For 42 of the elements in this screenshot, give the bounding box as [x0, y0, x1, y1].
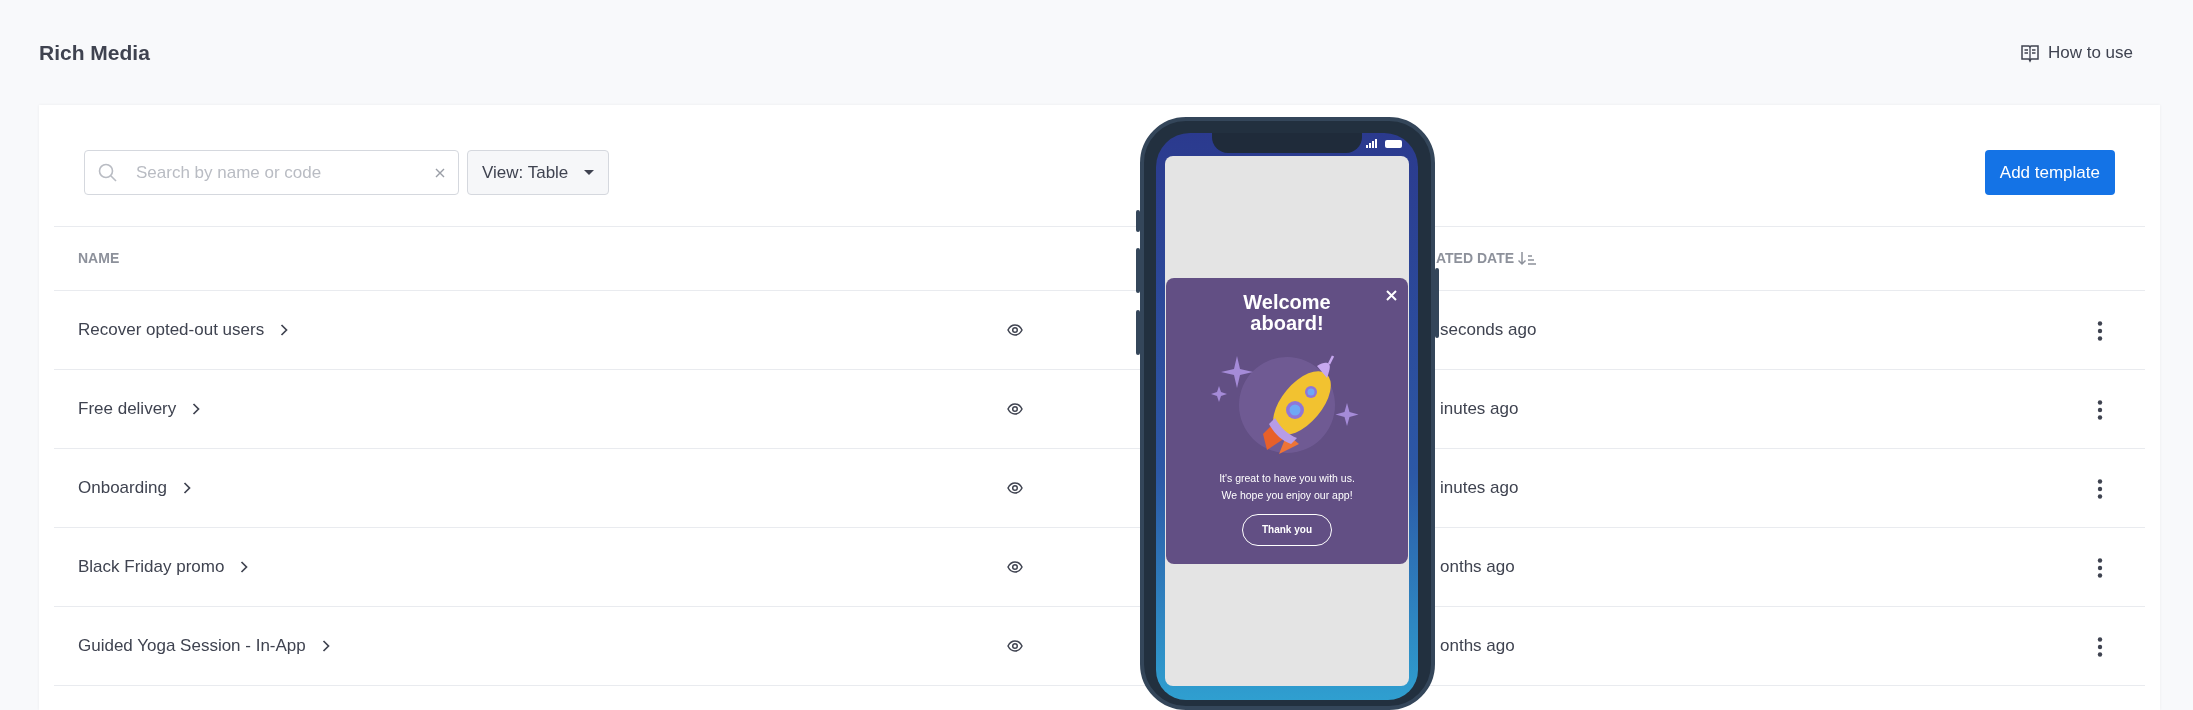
chevron-right-icon[interactable] — [280, 324, 289, 336]
eye-icon[interactable] — [1007, 482, 1023, 494]
template-name[interactable]: Onboarding — [78, 475, 167, 501]
kebab-menu-icon — [2097, 557, 2103, 578]
how-to-use-link[interactable]: How to use — [2019, 39, 2133, 66]
sort-descending-icon[interactable] — [1518, 251, 1537, 266]
eye-icon[interactable] — [1007, 324, 1023, 336]
chevron-right-icon[interactable] — [192, 403, 201, 415]
template-name[interactable]: Black Friday promo — [78, 554, 225, 580]
chevron-right-icon[interactable] — [240, 561, 249, 573]
signal-icon — [1366, 139, 1377, 148]
eye-icon[interactable] — [1007, 403, 1023, 415]
chevron-right-icon[interactable] — [321, 640, 330, 652]
column-header: ATED DATE — [1436, 249, 1515, 268]
kebab-menu-icon — [2097, 636, 2103, 657]
column-header: NAME — [78, 249, 120, 268]
chevron-right-icon[interactable] — [182, 482, 191, 494]
clear-icon[interactable] — [435, 168, 445, 178]
created-date: inutes ago — [1440, 477, 1519, 500]
book-icon — [2019, 42, 2040, 63]
template-name[interactable]: Recover opted-out users — [78, 317, 265, 343]
created-date: seconds ago — [1440, 319, 1537, 342]
close-icon[interactable] — [1386, 290, 1397, 302]
battery-icon — [1385, 139, 1402, 148]
popup-message: It's great to have you with us. We hope you enjoy our app! — [1219, 471, 1355, 503]
created-date: onths ago — [1440, 635, 1515, 658]
popup-title: Welcome aboard! — [1242, 292, 1332, 335]
search-field[interactable]: Search by name or code — [84, 150, 459, 195]
eye-icon[interactable] — [1007, 561, 1023, 573]
kebab-menu-icon — [2097, 478, 2103, 499]
template-name[interactable]: Free delivery — [78, 396, 177, 422]
caret-icon — [584, 170, 595, 175]
kebab-menu-icon — [2097, 320, 2103, 341]
page-title: Rich Media — [39, 39, 150, 66]
view-dropdown[interactable]: View: Table — [467, 150, 610, 195]
created-date: onths ago — [1440, 556, 1515, 579]
eye-icon[interactable] — [1007, 640, 1023, 652]
add-template-button[interactable]: Add template — [1984, 150, 2115, 195]
kebab-menu-icon — [2097, 399, 2103, 420]
created-date: inutes ago — [1440, 398, 1519, 421]
template-name[interactable]: Guided Yoga Session - In-App — [78, 633, 306, 659]
search-icon — [98, 163, 117, 182]
